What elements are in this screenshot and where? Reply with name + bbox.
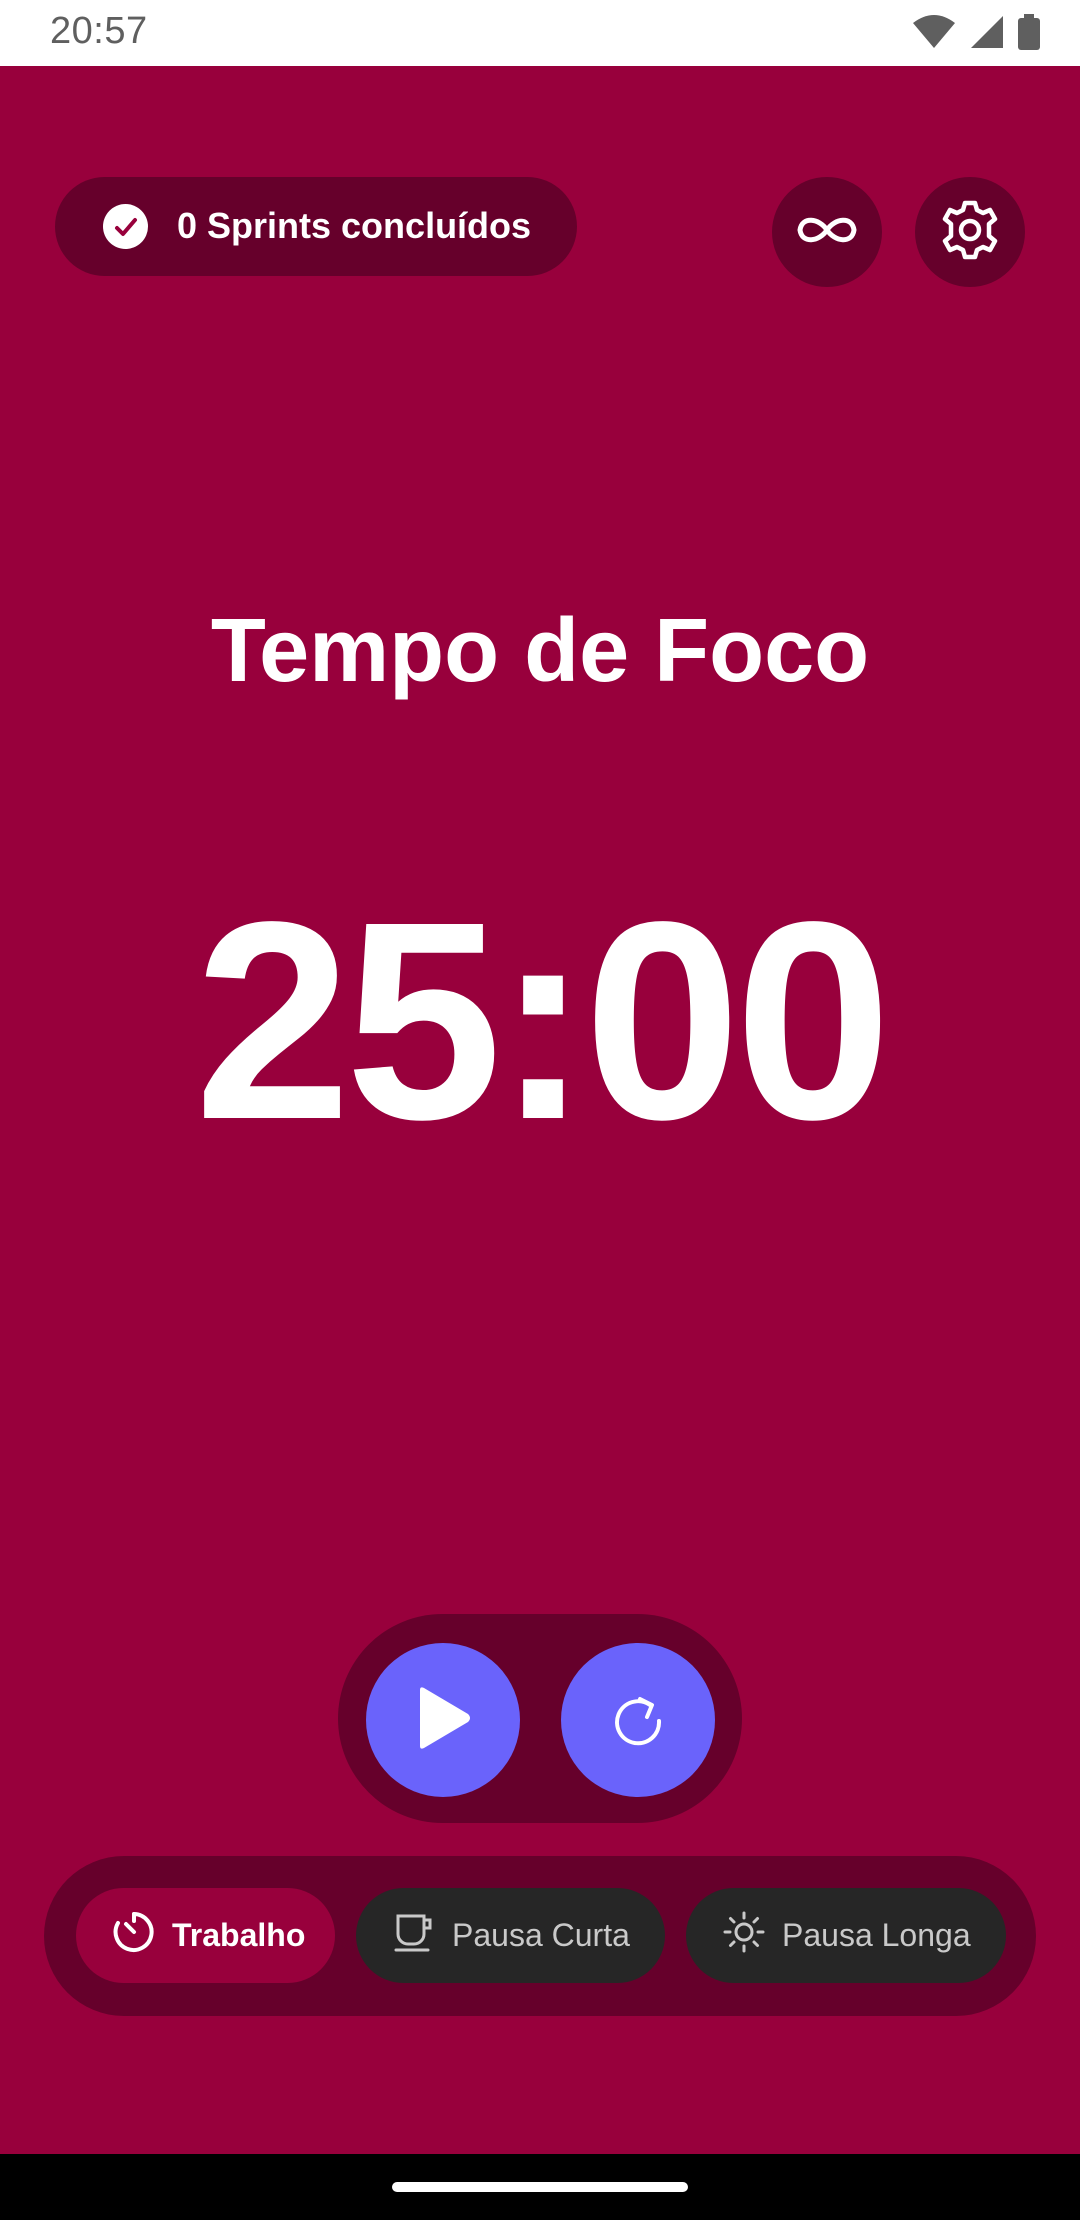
- sun-icon: [722, 1910, 766, 1962]
- timer-display: 25:00: [194, 863, 891, 1178]
- play-icon: [412, 1685, 474, 1756]
- timer-icon: [112, 1910, 156, 1962]
- tab-trabalho[interactable]: Trabalho: [76, 1888, 335, 1983]
- sprints-completed-badge: 0 Sprints concluídos: [55, 177, 577, 276]
- tab-pausa-longa[interactable]: Pausa Longa: [686, 1888, 1006, 1983]
- status-bar: 20:57: [0, 0, 1080, 66]
- play-button[interactable]: [366, 1643, 520, 1797]
- mode-title: Tempo de Foco: [210, 601, 870, 701]
- status-icons: [912, 13, 1040, 55]
- signal-icon: [970, 15, 1004, 54]
- status-time: 20:57: [50, 10, 148, 52]
- tab-pausa-longa-label: Pausa Longa: [782, 1917, 971, 1953]
- reset-icon: [607, 1687, 669, 1754]
- infinite-mode-button[interactable]: [772, 177, 882, 287]
- infinity-icon: [794, 212, 860, 253]
- gear-icon: [939, 199, 1001, 266]
- tab-pausa-curta-label: Pausa Curta: [452, 1917, 630, 1953]
- home-gesture-handle[interactable]: [392, 2182, 688, 2192]
- reset-button[interactable]: [561, 1643, 715, 1797]
- wifi-icon: [912, 14, 956, 54]
- coffee-cup-icon: [392, 1910, 436, 1962]
- settings-button[interactable]: [915, 177, 1025, 287]
- sprints-completed-label: 0 Sprints concluídos: [177, 205, 532, 246]
- tab-trabalho-label: Trabalho: [172, 1917, 306, 1953]
- check-icon: [103, 204, 148, 249]
- tab-pausa-curta[interactable]: Pausa Curta: [356, 1888, 665, 1983]
- battery-icon: [1018, 13, 1040, 55]
